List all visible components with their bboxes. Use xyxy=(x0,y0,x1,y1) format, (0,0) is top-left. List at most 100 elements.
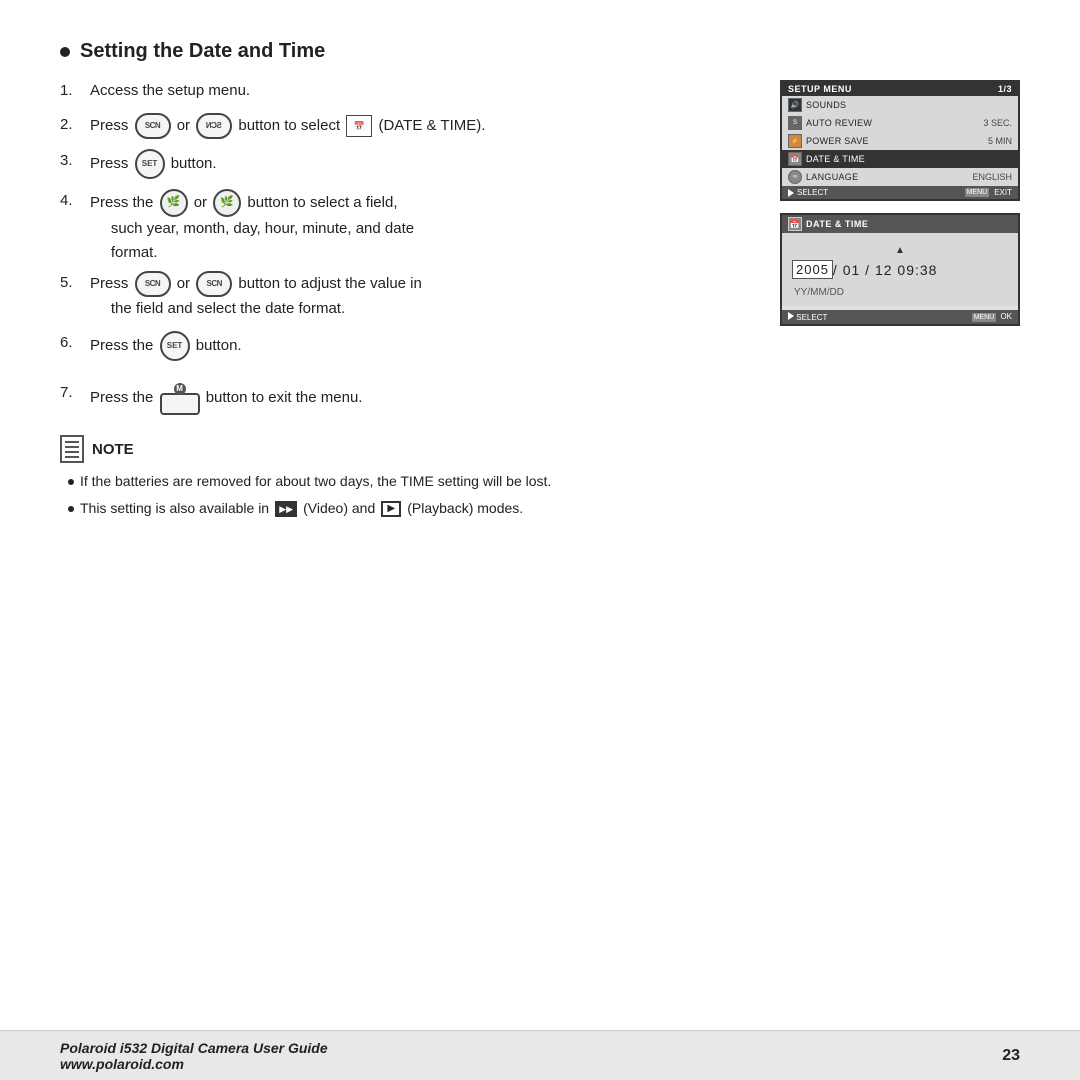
datetime-arrow-up: ▲ xyxy=(792,245,1008,256)
step-5: 5. Press SCN or SCN button to adjust the… xyxy=(60,271,700,321)
step-4-num: 4. xyxy=(60,189,82,213)
menu-key-icon: MENU xyxy=(965,188,990,197)
ui-panels: SETUP MENU 1/3 🔊 SOUNDS S AUTO REVIEW 3 … xyxy=(780,80,1020,326)
step-6-press: Press the xyxy=(90,337,158,354)
step-2-select: button to select xyxy=(238,117,344,134)
note-icon xyxy=(60,435,84,463)
step-7-body: Press the button to exit the menu. xyxy=(90,381,700,415)
nav-up-button: 🌿 xyxy=(213,189,241,217)
sounds-label: SOUNDS xyxy=(806,100,1012,110)
bullet-dot-1 xyxy=(68,479,74,485)
datetime-footer: SELECT MENU OK xyxy=(782,310,1018,324)
datetime-footer-select: SELECT xyxy=(788,312,827,322)
footer-page-number: 23 xyxy=(1002,1047,1020,1065)
step-3-num: 3. xyxy=(60,149,82,173)
menu-item-auto-review: S AUTO REVIEW 3 SEC. xyxy=(782,114,1018,132)
setup-menu-panel: SETUP MENU 1/3 🔊 SOUNDS S AUTO REVIEW 3 … xyxy=(780,80,1020,201)
step-3-button: button. xyxy=(171,155,217,172)
step-1: 1. Access the setup menu. xyxy=(60,79,700,103)
datetime-format: YY/MM/DD xyxy=(792,287,1008,298)
menu-item-date-time: 📅 DATE & TIME xyxy=(782,150,1018,168)
menu-ok-icon: MENU xyxy=(972,313,997,322)
menu-item-language: ∞ LANGUAGE ENGLISH xyxy=(782,168,1018,186)
steps-list: 1. Access the setup menu. 2. Press SCN o… xyxy=(60,79,700,415)
note-text-2-before: This setting is also available in xyxy=(80,498,269,519)
setup-menu-footer: SELECT MENU EXIT xyxy=(782,186,1018,199)
step-6-body: Press the SET button. xyxy=(90,331,700,361)
note-bullet-2: This setting is also available in ▶▶ (Vi… xyxy=(68,498,700,519)
step-6: 6. Press the SET button. xyxy=(60,331,700,361)
step-2-or: or xyxy=(177,117,195,134)
note-text-2-end: (Playback) modes. xyxy=(407,498,523,519)
footer-select: SELECT xyxy=(788,188,828,197)
step-3: 3. Press SET button. xyxy=(60,149,700,179)
note-header: NOTE xyxy=(60,435,700,463)
datetime-panel: 📅 DATE & TIME ▲ 2005 / 01 / 12 09:38 YY/… xyxy=(780,213,1020,326)
step-2-body: Press SCN or SCN button to select 📅 (DAT… xyxy=(90,113,700,139)
bullet-dot-2 xyxy=(68,506,74,512)
footer-url: www.polaroid.com xyxy=(60,1056,328,1072)
playback-mode-icon: ▶ xyxy=(381,501,401,517)
step-1-text: Access the setup menu. xyxy=(90,82,250,99)
scn-button-1: SCN xyxy=(135,113,171,139)
date-time-menu-icon: 📅 xyxy=(788,152,802,166)
note-section: NOTE If the batteries are removed for ab… xyxy=(60,435,700,519)
page-title: Setting the Date and Time xyxy=(80,40,325,63)
auto-review-label: AUTO REVIEW xyxy=(806,118,979,128)
menu-item-sounds: 🔊 SOUNDS xyxy=(782,96,1018,114)
setup-menu-header: SETUP MENU 1/3 xyxy=(782,82,1018,96)
setup-menu-title: SETUP MENU xyxy=(788,84,852,94)
scn-button-3: SCN xyxy=(135,271,171,297)
video-mode-icon: ▶▶ xyxy=(275,501,297,517)
step-6-num: 6. xyxy=(60,331,82,355)
power-save-icon: ⚡ xyxy=(788,134,802,148)
nav-down-button: 🌿 xyxy=(160,189,188,217)
note-text-1: If the batteries are removed for about t… xyxy=(80,471,551,492)
step-7: 7. Press the button to exit the menu. xyxy=(60,381,700,415)
language-icon: ∞ xyxy=(788,170,802,184)
datetime-rest: / 01 / 12 09:38 xyxy=(833,262,938,278)
datetime-panel-title: DATE & TIME xyxy=(806,219,868,229)
step-1-num: 1. xyxy=(60,79,82,103)
datetime-select-arrow xyxy=(788,312,794,320)
step-2-num: 2. xyxy=(60,113,82,137)
datetime-header-icon: 📅 xyxy=(788,217,802,231)
footer-title: Polaroid i532 Digital Camera User Guide xyxy=(60,1040,328,1056)
sounds-icon: 🔊 xyxy=(788,98,802,112)
step-5-or: or xyxy=(177,275,195,292)
menu-item-power-save: ⚡ POWER SAVE 5 MIN xyxy=(782,132,1018,150)
date-time-label: DATE & TIME xyxy=(806,154,1012,164)
step-3-body: Press SET button. xyxy=(90,149,700,179)
step-4-press: Press the xyxy=(90,194,158,211)
datetime-body: ▲ 2005 / 01 / 12 09:38 YY/MM/DD xyxy=(782,233,1018,306)
note-bullets: If the batteries are removed for about t… xyxy=(60,471,700,519)
step-3-press: Press xyxy=(90,155,133,172)
note-text-2-mid: (Video) and xyxy=(303,498,375,519)
step-5-body: Press SCN or SCN button to adjust the va… xyxy=(90,271,700,321)
language-label: LANGUAGE xyxy=(806,172,968,182)
power-save-value: 5 MIN xyxy=(988,136,1012,146)
step-4: 4. Press the 🌿 or 🌿 button to select a f… xyxy=(60,189,700,265)
note-bullet-1: If the batteries are removed for about t… xyxy=(68,471,700,492)
auto-review-icon: S xyxy=(788,116,802,130)
step-4-body: Press the 🌿 or 🌿 button to select a fiel… xyxy=(90,189,700,265)
datetime-footer-ok: MENU OK xyxy=(972,312,1012,322)
datetime-value: 2005 / 01 / 12 09:38 xyxy=(792,260,1008,279)
language-value: ENGLISH xyxy=(972,172,1012,182)
step-2-label: (DATE & TIME). xyxy=(378,117,485,134)
step-5-num: 5. xyxy=(60,271,82,295)
step-4-or: or xyxy=(194,194,212,211)
step-1-body: Access the setup menu. xyxy=(90,79,700,103)
power-save-label: POWER SAVE xyxy=(806,136,984,146)
footer-left: Polaroid i532 Digital Camera User Guide … xyxy=(60,1040,328,1072)
setup-menu-page: 1/3 xyxy=(998,84,1012,94)
scn-button-4: SCN xyxy=(196,271,232,297)
footer-exit: MENU EXIT xyxy=(965,188,1012,197)
set-button-1: SET xyxy=(135,149,165,179)
datetime-year: 2005 xyxy=(792,260,833,279)
step-6-button: button. xyxy=(196,337,242,354)
date-time-icon: 📅 xyxy=(346,115,372,137)
set-button-2: SET xyxy=(160,331,190,361)
step-7-press: Press the xyxy=(90,389,158,406)
step-7-text: button to exit the menu. xyxy=(206,389,363,406)
